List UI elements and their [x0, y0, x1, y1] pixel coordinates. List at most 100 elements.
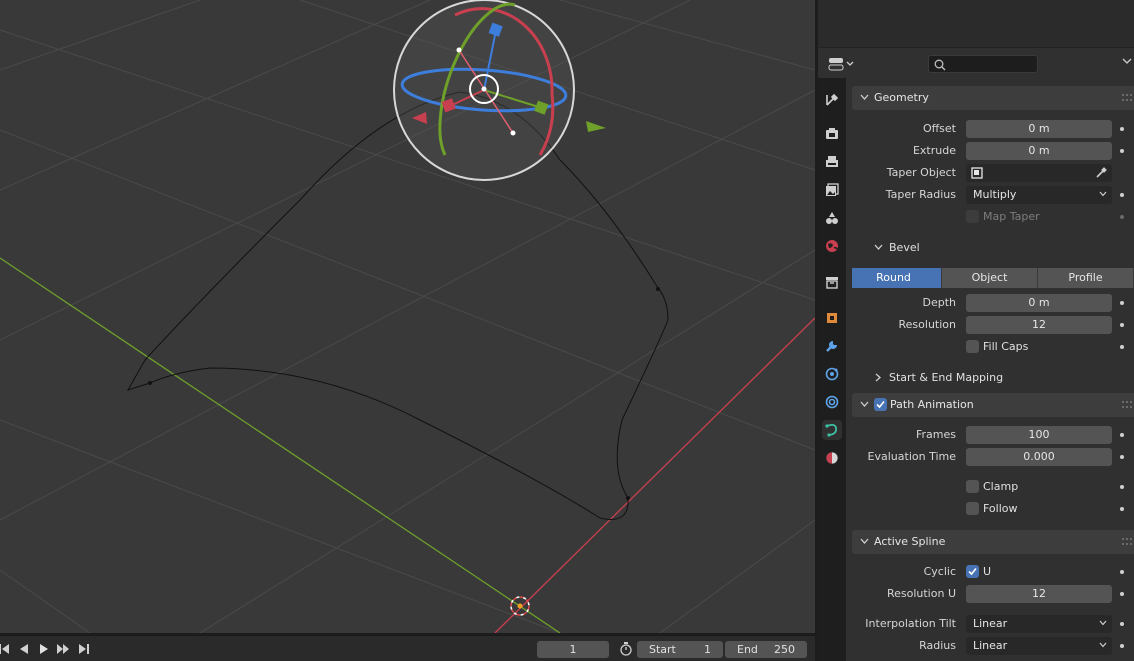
- fill-caps-row: Fill Caps: [852, 337, 1134, 357]
- 3d-cursor-icon[interactable]: [510, 596, 530, 616]
- bevel-mode-round[interactable]: Round: [852, 268, 942, 288]
- particles-tab-icon[interactable]: [822, 364, 842, 384]
- bezier-curve[interactable]: [126, 91, 669, 520]
- bevel-mode-object[interactable]: Object: [942, 268, 1038, 288]
- start-frame-field[interactable]: Start 1: [637, 641, 723, 658]
- chevron-down-icon[interactable]: [1122, 57, 1134, 71]
- search-input[interactable]: [928, 55, 1038, 73]
- keyframe-dot-icon[interactable]: [1120, 455, 1124, 459]
- frames-field[interactable]: 100: [966, 426, 1112, 444]
- curve-properties-panel: Geometry Offset 0 m Extrude 0 m Taper Ob…: [852, 78, 1134, 661]
- viewport-canvas[interactable]: [0, 0, 815, 633]
- object-tab-icon[interactable]: [822, 308, 842, 328]
- taper-object-row: Taper Object: [852, 163, 1134, 183]
- depth-row: Depth 0 m: [852, 293, 1134, 313]
- fill-caps-checkbox[interactable]: [966, 340, 979, 353]
- evaluation-time-field[interactable]: 0.000: [966, 448, 1112, 466]
- keyframe-dot-icon[interactable]: [1120, 149, 1124, 153]
- depth-field[interactable]: 0 m: [966, 294, 1112, 312]
- cyclic-u-checkbox[interactable]: [966, 565, 979, 578]
- interpolation-tilt-dropdown[interactable]: Linear: [966, 615, 1112, 633]
- offset-row: Offset 0 m: [852, 119, 1134, 139]
- world-tab-icon[interactable]: [822, 236, 842, 256]
- view-layer-tab-icon[interactable]: [822, 180, 842, 200]
- jump-keyframe-forward-icon[interactable]: [55, 641, 73, 657]
- curve-point[interactable]: [626, 496, 630, 500]
- active-spline-panel-header[interactable]: Active Spline: [852, 530, 1134, 554]
- extrude-field[interactable]: 0 m: [966, 142, 1112, 160]
- jump-end-icon[interactable]: [75, 641, 93, 657]
- path-animation-panel-header[interactable]: Path Animation: [852, 393, 1134, 417]
- 3d-viewport[interactable]: [0, 0, 815, 633]
- bevel-resolution-field[interactable]: 12: [966, 316, 1112, 334]
- clamp-row: Clamp: [852, 477, 1134, 497]
- drag-grip-icon[interactable]: [1122, 538, 1132, 546]
- cyclic-row: Cyclic U: [852, 562, 1134, 582]
- keyframe-dot-icon[interactable]: [1120, 193, 1124, 197]
- tool-tab-icon[interactable]: [822, 90, 842, 110]
- keyframe-dot-icon[interactable]: [1120, 127, 1124, 131]
- keyframe-dot-icon[interactable]: [1120, 301, 1124, 305]
- current-frame-field[interactable]: 1: [537, 641, 609, 658]
- end-frame-field[interactable]: End 250: [725, 641, 807, 658]
- map-taper-row: Map Taper: [852, 207, 1134, 227]
- jump-keyframe-back-icon[interactable]: [15, 641, 33, 657]
- offset-field[interactable]: 0 m: [966, 120, 1112, 138]
- physics-tab-icon[interactable]: [822, 392, 842, 412]
- chevron-down-icon: [860, 401, 869, 407]
- end-value: 250: [774, 643, 795, 656]
- bevel-mode-profile[interactable]: Profile: [1038, 268, 1134, 288]
- play-icon[interactable]: [35, 641, 53, 657]
- render-tab-icon[interactable]: [822, 124, 842, 144]
- keyframe-dot-icon[interactable]: [1120, 622, 1124, 626]
- curve-point[interactable]: [656, 287, 660, 291]
- checkmark-icon: [876, 400, 885, 409]
- start-value: 1: [704, 643, 711, 656]
- curve-data-tab-icon[interactable]: [822, 420, 842, 440]
- frames-row: Frames 100: [852, 425, 1134, 445]
- radius-dropdown[interactable]: Linear: [966, 637, 1112, 655]
- keyframe-dot-icon[interactable]: [1120, 345, 1124, 349]
- collection-tab-icon[interactable]: [822, 272, 842, 292]
- extrude-row: Extrude 0 m: [852, 141, 1134, 161]
- path-animation-title: Path Animation: [890, 398, 974, 411]
- properties-header: [818, 50, 1134, 78]
- clamp-checkbox[interactable]: [966, 480, 979, 493]
- output-tab-icon[interactable]: [822, 152, 842, 172]
- geometry-panel-header[interactable]: Geometry: [852, 86, 1134, 110]
- keyframe-dot-icon[interactable]: [1120, 592, 1124, 596]
- keyframe-dot-icon[interactable]: [1120, 644, 1124, 648]
- offset-label: Offset: [922, 122, 956, 135]
- eyedropper-icon[interactable]: [1095, 167, 1107, 179]
- keyframe-dot-icon[interactable]: [1120, 570, 1124, 574]
- object-icon: [971, 167, 983, 179]
- drag-grip-icon[interactable]: [1122, 94, 1132, 102]
- editor-type-icon[interactable]: [826, 55, 856, 73]
- transform-gizmo[interactable]: [393, 0, 606, 181]
- keyframe-dot-icon[interactable]: [1120, 507, 1124, 511]
- keyframe-dot-icon[interactable]: [1120, 323, 1124, 327]
- scene-tab-icon[interactable]: [822, 208, 842, 228]
- start-end-mapping-title: Start & End Mapping: [889, 371, 1004, 384]
- interpolation-tilt-row: Interpolation Tilt Linear: [852, 614, 1134, 634]
- drag-grip-icon[interactable]: [1122, 401, 1132, 409]
- map-taper-checkbox[interactable]: [966, 210, 979, 223]
- material-tab-icon[interactable]: [822, 448, 842, 468]
- cyclic-label: Cyclic: [923, 565, 956, 578]
- taper-radius-dropdown[interactable]: Multiply: [966, 186, 1112, 204]
- follow-checkbox[interactable]: [966, 502, 979, 515]
- stopwatch-icon[interactable]: [617, 641, 635, 657]
- keyframe-dot-icon[interactable]: [1120, 215, 1124, 219]
- path-animation-checkbox[interactable]: [874, 398, 887, 411]
- resolution-u-field[interactable]: 12: [966, 585, 1112, 603]
- start-end-mapping-header[interactable]: Start & End Mapping: [852, 367, 1134, 389]
- keyframe-dot-icon[interactable]: [1120, 485, 1124, 489]
- bevel-subpanel-header[interactable]: Bevel: [852, 237, 1134, 259]
- keyframe-dot-icon[interactable]: [1120, 433, 1124, 437]
- x-axis-line: [494, 317, 815, 633]
- modifier-tab-icon[interactable]: [822, 336, 842, 356]
- taper-object-field[interactable]: [966, 164, 1112, 182]
- curve-point[interactable]: [148, 381, 152, 385]
- y-translate-arrow-icon[interactable]: [586, 121, 606, 132]
- jump-start-icon[interactable]: [0, 641, 14, 657]
